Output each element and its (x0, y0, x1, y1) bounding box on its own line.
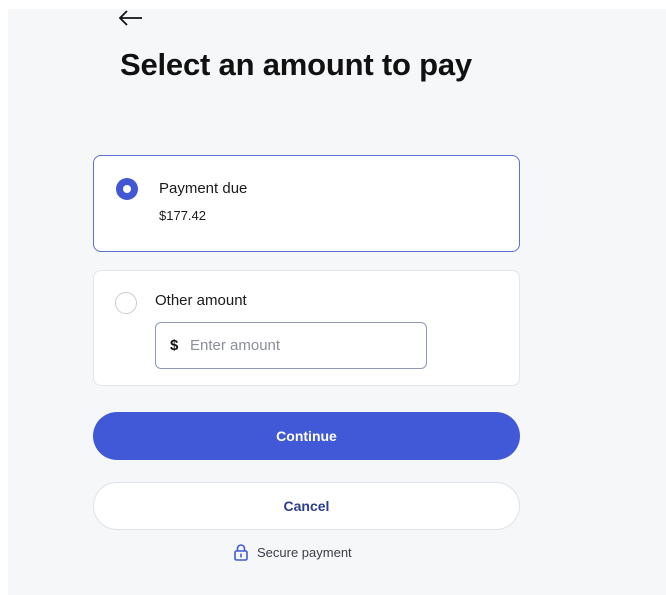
currency-symbol: $ (170, 337, 179, 354)
cancel-button[interactable]: Cancel (93, 482, 520, 530)
secure-payment-note: Secure payment (233, 543, 352, 561)
continue-button[interactable]: Continue (93, 412, 520, 460)
radio-payment-due[interactable] (116, 178, 138, 200)
arrow-left-icon (118, 10, 142, 26)
radio-other-amount[interactable] (115, 292, 137, 314)
payment-due-amount: $177.42 (159, 208, 206, 223)
amount-input[interactable] (190, 331, 415, 359)
payment-page: Select an amount to pay Payment due $177… (8, 9, 666, 595)
back-button[interactable] (118, 9, 146, 27)
amount-field[interactable]: $ (155, 322, 427, 369)
option-other-amount[interactable]: Other amount $ (93, 270, 520, 386)
page-title: Select an amount to pay (120, 47, 472, 82)
option-label: Payment due (159, 180, 248, 197)
option-payment-due[interactable]: Payment due $177.42 (93, 155, 520, 252)
lock-icon (234, 544, 248, 561)
option-label: Other amount (155, 292, 247, 309)
secure-payment-label: Secure payment (257, 544, 352, 560)
